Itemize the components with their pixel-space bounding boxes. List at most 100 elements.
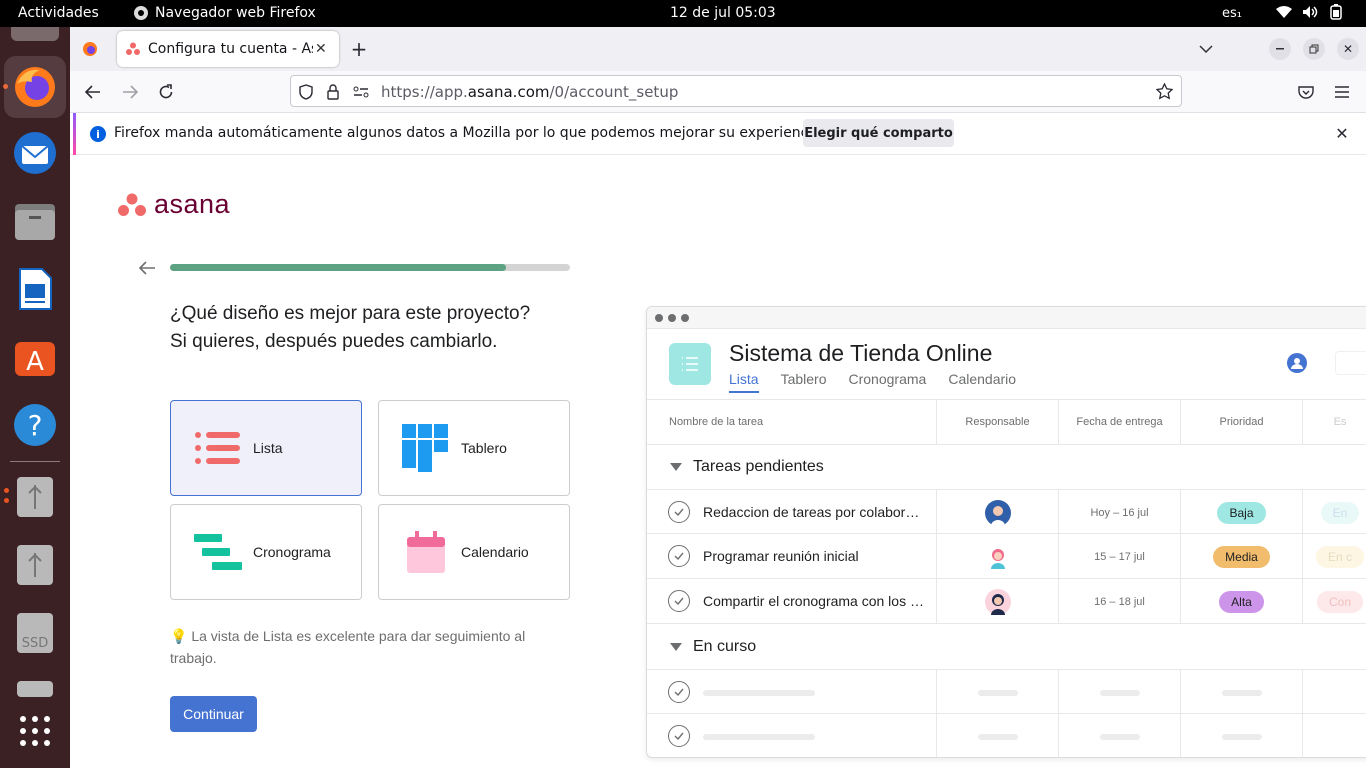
- notification-message: Firefox manda automáticamente algunos da…: [114, 125, 826, 141]
- assignee-avatar: [936, 534, 1058, 579]
- status-cell: En c: [1302, 534, 1366, 579]
- placeholder-task-row: [647, 714, 1366, 757]
- tracking-protection-shield-icon[interactable]: [299, 84, 313, 100]
- reload-icon[interactable]: [155, 81, 177, 103]
- question-line-1: ¿Qué diseño es mejor para este proyecto?: [170, 303, 531, 324]
- section-pending: Tareas pendientes: [669, 458, 824, 476]
- dock-drive-icon-partial[interactable]: [11, 677, 59, 697]
- ubuntu-dock: A ? SSD: [0, 27, 70, 768]
- preview-window-chrome: [647, 307, 1366, 329]
- dock-partial-icon[interactable]: [11, 27, 59, 41]
- check-icon: [668, 590, 690, 612]
- volume-icon: [1303, 6, 1318, 18]
- url-text: https://app.asana.com/0/account_setup: [381, 83, 679, 101]
- bookmark-star-icon[interactable]: [1156, 83, 1173, 100]
- dock-app-center-icon[interactable]: A: [11, 333, 59, 381]
- check-icon: [668, 501, 690, 523]
- app-menu[interactable]: Navegador web Firefox: [133, 5, 316, 21]
- new-tab-icon[interactable]: +: [349, 37, 369, 61]
- due-date: 15 – 17 jul: [1058, 534, 1180, 579]
- project-tabs: Lista Tablero Cronograma Calendario: [729, 371, 1016, 393]
- due-date: Hoy – 16 jul: [1058, 490, 1180, 535]
- skeleton-cell: [936, 714, 1058, 757]
- asana-favicon-icon: [126, 42, 140, 55]
- assignee-avatar: [936, 490, 1058, 535]
- activities-button[interactable]: Actividades: [18, 5, 99, 21]
- share-button-faded: [1335, 351, 1366, 375]
- svg-text:A: A: [26, 347, 44, 377]
- notification-close-icon[interactable]: ✕: [1332, 123, 1352, 143]
- dock-thunderbird-icon[interactable]: [11, 129, 59, 177]
- status-cell: En: [1302, 490, 1366, 535]
- telemetry-notification-bar: i Firefox manda automáticamente algunos …: [70, 113, 1366, 155]
- layout-option-tablero[interactable]: Tablero: [378, 400, 570, 496]
- priority-cell: Media: [1180, 534, 1302, 579]
- due-date: 16 – 18 jul: [1058, 579, 1180, 624]
- setup-progress-bar: [170, 264, 570, 271]
- skeleton-cell: [1180, 714, 1302, 757]
- keyboard-layout[interactable]: es₁: [1222, 6, 1242, 21]
- continue-button[interactable]: Continuar: [170, 696, 257, 732]
- permissions-icon[interactable]: [353, 86, 369, 98]
- layout-option-cronograma[interactable]: Cronograma: [170, 504, 362, 600]
- system-top-bar: Actividades Navegador web Firefox 12 de …: [0, 0, 1366, 27]
- firefox-view-icon[interactable]: [80, 39, 100, 59]
- hint-text: La vista de Lista es excelente para dar …: [170, 628, 526, 666]
- project-tab-cronograma: Cronograma: [848, 371, 927, 387]
- project-tab-lista: Lista: [729, 371, 759, 393]
- skeleton-cell: [1302, 714, 1366, 757]
- priority-cell: Baja: [1180, 490, 1302, 535]
- pocket-icon[interactable]: [1295, 81, 1317, 103]
- back-arrow-icon[interactable]: [136, 258, 158, 278]
- project-preview: Sistema de Tienda Online Lista Tablero C…: [646, 306, 1366, 758]
- system-tray[interactable]: [1276, 4, 1344, 20]
- menu-hamburger-icon[interactable]: [1331, 81, 1353, 103]
- project-tab-tablero: Tablero: [780, 371, 827, 387]
- tab-close-icon[interactable]: ✕: [315, 41, 327, 57]
- col-task-name: Nombre de la tarea: [669, 416, 764, 428]
- layout-option-lista[interactable]: Lista: [170, 400, 362, 496]
- dock-files-icon[interactable]: [11, 197, 59, 245]
- clock[interactable]: 12 de jul 05:03: [670, 5, 776, 21]
- url-bar[interactable]: https://app.asana.com/0/account_setup: [290, 75, 1182, 107]
- choose-what-to-share-button[interactable]: Elegir qué comparto: [803, 119, 954, 147]
- dock-libreoffice-writer-icon[interactable]: [11, 265, 59, 313]
- battery-icon: [1330, 4, 1342, 20]
- dock-help-icon[interactable]: ?: [11, 401, 59, 449]
- skeleton-bar: [703, 690, 815, 696]
- dock-usb-drive-icon-2[interactable]: [11, 541, 59, 589]
- status-badge: En c: [1315, 545, 1364, 568]
- restore-window-icon[interactable]: [1303, 38, 1325, 60]
- dock-usb-drive-icon[interactable]: [11, 473, 59, 521]
- caret-down-icon: [670, 463, 682, 471]
- skeleton-cell: [936, 670, 1058, 715]
- firefox-small-icon: [134, 6, 148, 20]
- task-name: Redaccion de tareas por colaborador: [703, 504, 925, 520]
- layout-option-calendario[interactable]: Calendario: [378, 504, 570, 600]
- task-row: Programar reunión inicial 15 – 17 jul Me…: [647, 534, 1366, 579]
- show-applications-icon[interactable]: [11, 707, 59, 755]
- dock-ssd-drive-icon[interactable]: SSD: [11, 609, 59, 657]
- close-window-icon[interactable]: ✕: [1337, 38, 1359, 60]
- skeleton-cell: [1180, 670, 1302, 715]
- browser-tab-bar: Configura tu cuenta - Asana ✕ + ✕: [70, 27, 1366, 71]
- check-icon: [668, 545, 690, 567]
- minimize-window-icon[interactable]: [1269, 38, 1291, 60]
- task-row: Redaccion de tareas por colaborador Hoy …: [647, 489, 1366, 535]
- list-all-tabs-icon[interactable]: [1196, 39, 1216, 59]
- dock-firefox-icon[interactable]: [4, 56, 66, 118]
- calendar-icon: [391, 522, 461, 582]
- assignee-avatar: [936, 579, 1058, 624]
- skeleton-cell: [1058, 670, 1180, 715]
- table-header: Nombre de la tarea Responsable Fecha de …: [647, 399, 1366, 445]
- back-icon[interactable]: [82, 81, 104, 103]
- forward-icon[interactable]: [119, 81, 141, 103]
- layout-hint: 💡 La vista de Lista es excelente para da…: [170, 625, 540, 669]
- svg-text:SSD: SSD: [22, 636, 49, 651]
- browser-tab-active[interactable]: Configura tu cuenta - Asana ✕: [117, 31, 339, 67]
- asana-logo[interactable]: asana: [118, 189, 230, 220]
- section-title: En curso: [693, 638, 757, 655]
- lock-icon[interactable]: [327, 84, 339, 100]
- layout-option-label: Tablero: [461, 440, 507, 456]
- timeline-icon: [183, 522, 253, 582]
